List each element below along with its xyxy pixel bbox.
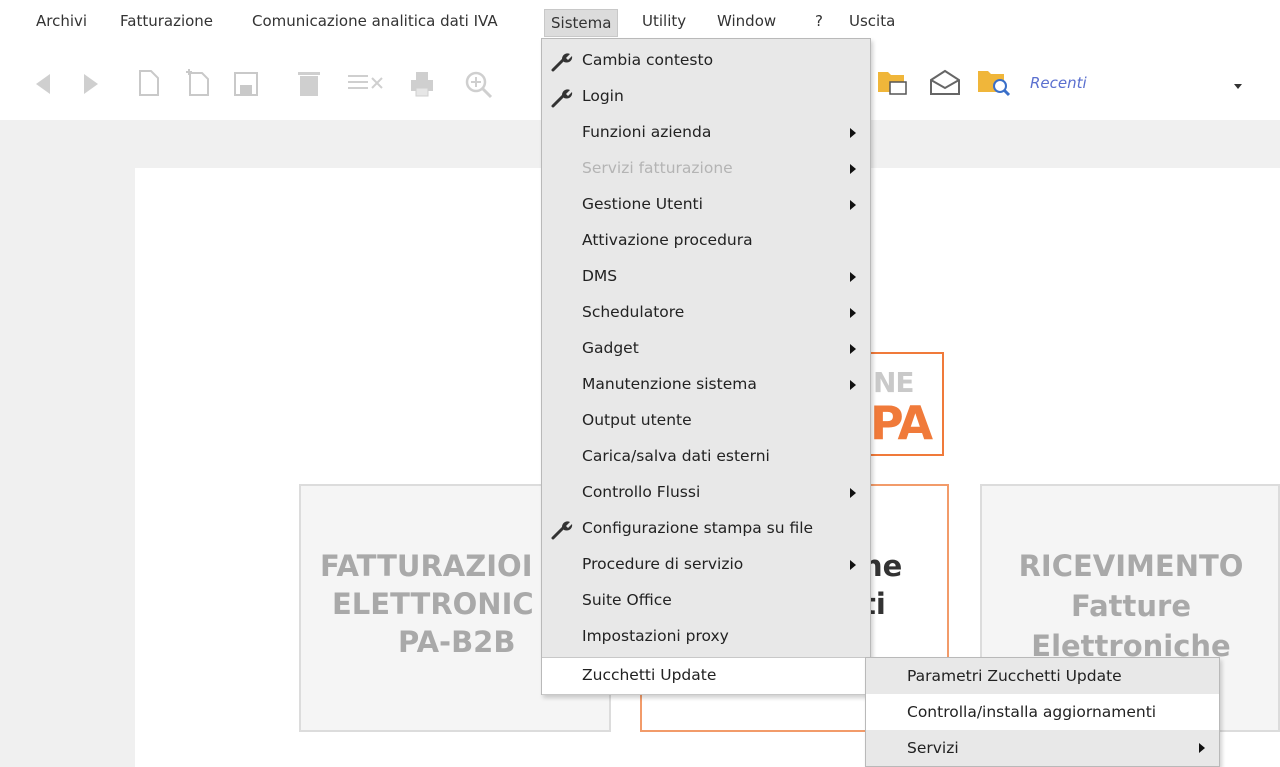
zoom-icon[interactable] bbox=[464, 70, 494, 100]
menu-label: Parametri Zucchetti Update bbox=[907, 667, 1122, 685]
menu-item-gadget[interactable]: Gadget bbox=[542, 331, 870, 367]
back-icon[interactable] bbox=[34, 72, 54, 96]
menu-label: Output utente bbox=[582, 411, 692, 429]
menu-item-output-utente[interactable]: Output utente bbox=[542, 403, 870, 439]
menu-help[interactable]: ? bbox=[815, 12, 823, 30]
menu-window[interactable]: Window bbox=[717, 12, 776, 30]
menu-label: Gestione Utenti bbox=[582, 195, 703, 213]
menu-label: Manutenzione sistema bbox=[582, 375, 757, 393]
new-copy-icon[interactable] bbox=[184, 68, 212, 98]
save-icon[interactable] bbox=[232, 70, 260, 98]
dropdown-caret-icon[interactable] bbox=[1234, 84, 1242, 89]
menu-label: Controlla/installa aggiornamenti bbox=[907, 703, 1157, 721]
submenu-item-parametri[interactable]: Parametri Zucchetti Update bbox=[866, 658, 1219, 694]
submenu-arrow-icon bbox=[850, 272, 856, 282]
menu-label: Servizi fatturazione bbox=[582, 159, 733, 177]
submenu-arrow-icon bbox=[850, 560, 856, 570]
menu-label: Login bbox=[582, 87, 624, 105]
menu-label: Procedure di servizio bbox=[582, 555, 744, 573]
menu-sistema[interactable]: Sistema bbox=[543, 9, 619, 37]
menu-item-dms[interactable]: DMS bbox=[542, 259, 870, 295]
submenu-arrow-icon bbox=[850, 128, 856, 138]
card-ricevimento-line2: Fatture bbox=[1070, 589, 1192, 623]
menu-item-zucchetti-update[interactable]: Zucchetti Update bbox=[542, 657, 870, 695]
menu-label: Carica/salva dati esterni bbox=[582, 447, 770, 465]
forward-icon[interactable] bbox=[80, 72, 100, 96]
menu-label: Zucchetti Update bbox=[582, 666, 717, 684]
zucchetti-update-submenu: Parametri Zucchetti Update Controlla/ins… bbox=[865, 657, 1220, 767]
submenu-arrow-icon bbox=[1199, 743, 1205, 753]
remove-row-icon[interactable] bbox=[346, 70, 386, 96]
menu-label: DMS bbox=[582, 267, 618, 285]
menu-item-suite-office[interactable]: Suite Office bbox=[542, 583, 870, 619]
menu-item-cambia-contesto[interactable]: Cambia contesto bbox=[542, 43, 870, 79]
menu-item-procedure-servizio[interactable]: Procedure di servizio bbox=[542, 547, 870, 583]
card-fatturazione-line2: ELETTRONIC bbox=[332, 587, 534, 621]
logo-text-bottom: PA bbox=[870, 396, 933, 450]
menu-item-schedulatore[interactable]: Schedulatore bbox=[542, 295, 870, 331]
menu-item-controllo-flussi[interactable]: Controllo Flussi bbox=[542, 475, 870, 511]
menu-item-login[interactable]: Login bbox=[542, 79, 870, 115]
submenu-arrow-icon bbox=[850, 308, 856, 318]
menu-utility[interactable]: Utility bbox=[642, 12, 686, 30]
delete-icon[interactable] bbox=[296, 68, 322, 98]
mail-icon[interactable] bbox=[928, 68, 962, 98]
menu-label: Schedulatore bbox=[582, 303, 685, 321]
menu-item-impostazioni-proxy[interactable]: Impostazioni proxy bbox=[542, 619, 870, 655]
wrench-icon bbox=[551, 89, 573, 108]
submenu-item-controlla-installa[interactable]: Controlla/installa aggiornamenti bbox=[866, 694, 1219, 730]
menu-label: Suite Office bbox=[582, 591, 672, 609]
menu-label: Funzioni azienda bbox=[582, 123, 712, 141]
menu-item-gestione-utenti[interactable]: Gestione Utenti bbox=[542, 187, 870, 223]
menu-label: Controllo Flussi bbox=[582, 483, 701, 501]
submenu-arrow-icon bbox=[850, 200, 856, 210]
submenu-arrow-icon bbox=[850, 488, 856, 498]
menu-item-carica-salva-dati[interactable]: Carica/salva dati esterni bbox=[542, 439, 870, 475]
menu-label: Cambia contesto bbox=[582, 51, 714, 69]
menu-label: Servizi bbox=[907, 739, 959, 757]
recent-label[interactable]: Recenti bbox=[1030, 74, 1087, 92]
menu-label: Attivazione procedura bbox=[582, 231, 753, 249]
menu-fatturazione[interactable]: Fatturazione bbox=[120, 12, 213, 30]
menu-item-servizi-fatturazione: Servizi fatturazione bbox=[542, 151, 870, 187]
menu-item-attivazione-procedura[interactable]: Attivazione procedura bbox=[542, 223, 870, 259]
card-ricevimento-line1: RICEVIMENTO bbox=[1018, 549, 1244, 583]
folder-icon[interactable] bbox=[876, 66, 910, 98]
submenu-arrow-icon bbox=[850, 380, 856, 390]
sistema-menu: Cambia contesto Login Funzioni azienda S… bbox=[541, 38, 871, 695]
card-fatturazione-line1: FATTURAZIOI bbox=[320, 549, 533, 583]
menu-comunicazione[interactable]: Comunicazione analitica dati IVA bbox=[252, 12, 498, 30]
folder-search-icon[interactable] bbox=[976, 64, 1016, 98]
menu-item-funzioni-azienda[interactable]: Funzioni azienda bbox=[542, 115, 870, 151]
menu-uscita[interactable]: Uscita bbox=[849, 12, 895, 30]
menu-archivi[interactable]: Archivi bbox=[36, 12, 87, 30]
menu-item-manutenzione-sistema[interactable]: Manutenzione sistema bbox=[542, 367, 870, 403]
logo-text-top: NE bbox=[873, 366, 915, 399]
wrench-icon bbox=[551, 521, 573, 540]
menu-label: Gadget bbox=[582, 339, 639, 357]
menu-label: Configurazione stampa su file bbox=[582, 519, 814, 537]
submenu-arrow-icon bbox=[850, 164, 856, 174]
new-document-icon[interactable] bbox=[136, 68, 162, 98]
menu-label: Impostazioni proxy bbox=[582, 627, 729, 645]
menu-item-configurazione-stampa[interactable]: Configurazione stampa su file bbox=[542, 511, 870, 547]
print-icon[interactable] bbox=[408, 70, 436, 98]
submenu-arrow-icon bbox=[850, 344, 856, 354]
card-fatturazione-line3: PA-B2B bbox=[398, 625, 516, 659]
submenu-item-servizi[interactable]: Servizi bbox=[866, 730, 1219, 766]
wrench-icon bbox=[551, 53, 573, 72]
